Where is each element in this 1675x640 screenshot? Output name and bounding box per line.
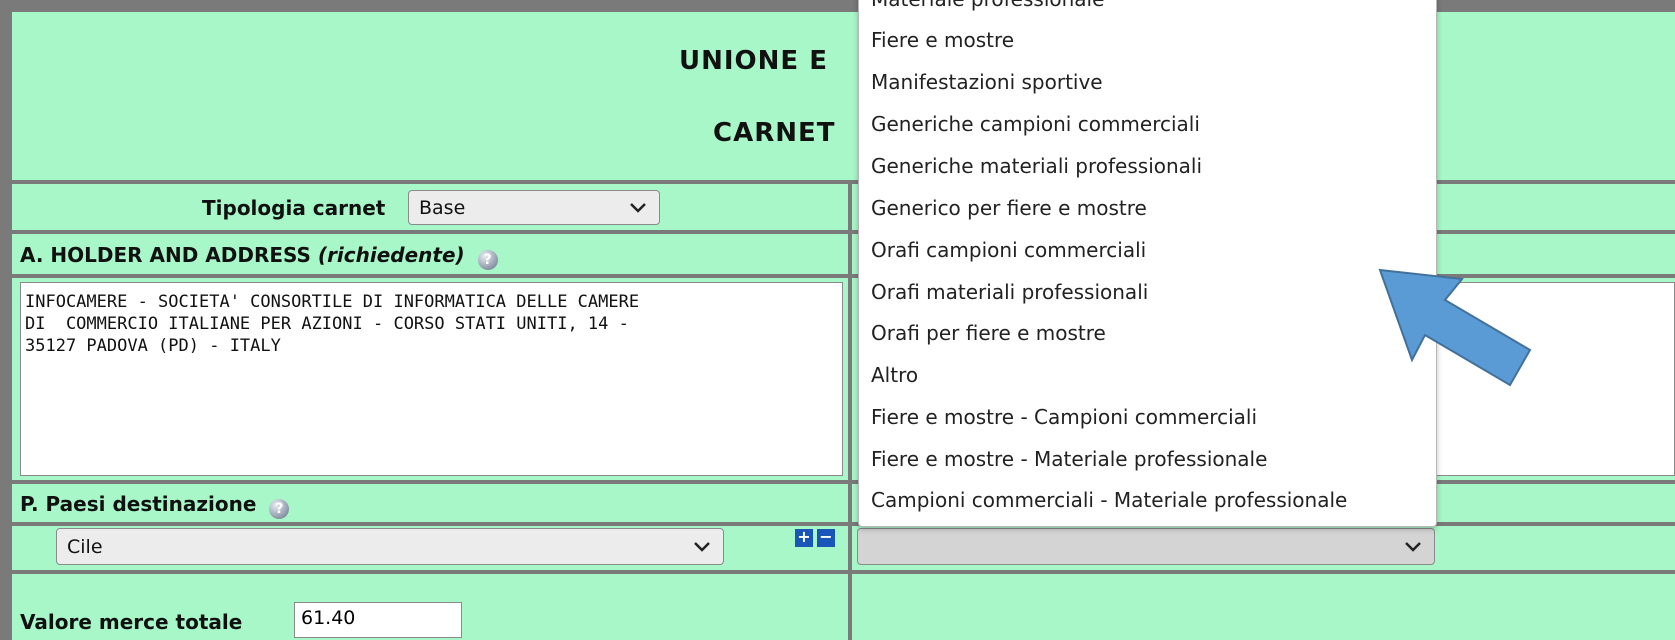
dropdown-option[interactable]: Generiche materiali professionali (871, 154, 1202, 178)
dropdown-option[interactable]: Fiere e mostre - Campioni commerciali (871, 405, 1257, 429)
paesi-label-row: P. Paesi destinazione ? (12, 484, 848, 522)
holder-label-row: A. HOLDER AND ADDRESS (richiedente) ? (12, 234, 848, 274)
tipologia-row: Tipologia carnet Base (12, 184, 848, 230)
paesi-label-text: P. Paesi destinazione (20, 492, 257, 516)
chevron-down-icon (694, 541, 710, 552)
holder-label-italic: (richiedente) (317, 243, 465, 267)
holder-label-prefix: A. HOLDER AND ADDRESS (20, 243, 318, 267)
add-country-button[interactable]: + (795, 529, 813, 547)
chevron-down-icon (1405, 541, 1421, 552)
dropdown-option[interactable]: Altro (871, 363, 918, 387)
dropdown-option[interactable]: Manifestazioni sportive (871, 70, 1103, 94)
holder-address-row: INFOCAMERE - SOCIETA' CONSORTILE DI INFO… (12, 278, 848, 480)
remove-country-button[interactable]: − (817, 529, 835, 547)
paesi-select-row-right (852, 526, 1675, 570)
dropdown-option[interactable]: Fiere e mostre - Materiale professionale (871, 447, 1267, 471)
tipologia-select[interactable]: Base (408, 190, 660, 225)
paesi-select-row: Cile + − (12, 526, 848, 570)
categoria-select[interactable] (857, 528, 1435, 565)
tipologia-selected: Base (419, 196, 466, 219)
help-icon[interactable]: ? (477, 250, 498, 270)
valore-row: Valore merce totale 61.40 (12, 574, 848, 640)
valore-row-right (852, 574, 1675, 640)
header-title-line2: CARNET (713, 118, 836, 148)
header-title-line1: UNIONE E (679, 46, 828, 76)
dropdown-option[interactable]: Orafi per fiere e mostre (871, 321, 1106, 345)
help-icon[interactable]: ? (269, 499, 290, 519)
dropdown-option[interactable]: Generiche campioni commerciali (871, 112, 1200, 136)
dropdown-option[interactable]: Campioni commerciali - Materiale profess… (871, 488, 1347, 512)
paesi-selected: Cile (67, 535, 103, 558)
chevron-down-icon (630, 202, 646, 213)
dropdown-option[interactable]: Orafi campioni commerciali (871, 238, 1146, 262)
dropdown-option[interactable]: Orafi materiali professionali (871, 280, 1148, 304)
dropdown-option[interactable]: Materiale professionale (871, 0, 1104, 11)
valore-input[interactable]: 61.40 (294, 602, 462, 638)
dropdown-option[interactable]: Generico per fiere e mostre (871, 196, 1147, 220)
categoria-dropdown-list[interactable]: Materiale professionale Fiere e mostre M… (858, 0, 1437, 527)
annotation-arrow-icon (1378, 268, 1532, 387)
paesi-label: P. Paesi destinazione ? (20, 492, 290, 519)
holder-address-textarea[interactable]: INFOCAMERE - SOCIETA' CONSORTILE DI INFO… (20, 282, 843, 476)
valore-label: Valore merce totale (20, 610, 243, 634)
holder-label: A. HOLDER AND ADDRESS (richiedente) ? (20, 243, 498, 270)
tipologia-label: Tipologia carnet (202, 196, 386, 220)
dropdown-option[interactable]: Fiere e mostre (871, 28, 1014, 52)
paesi-select[interactable]: Cile (56, 528, 724, 565)
